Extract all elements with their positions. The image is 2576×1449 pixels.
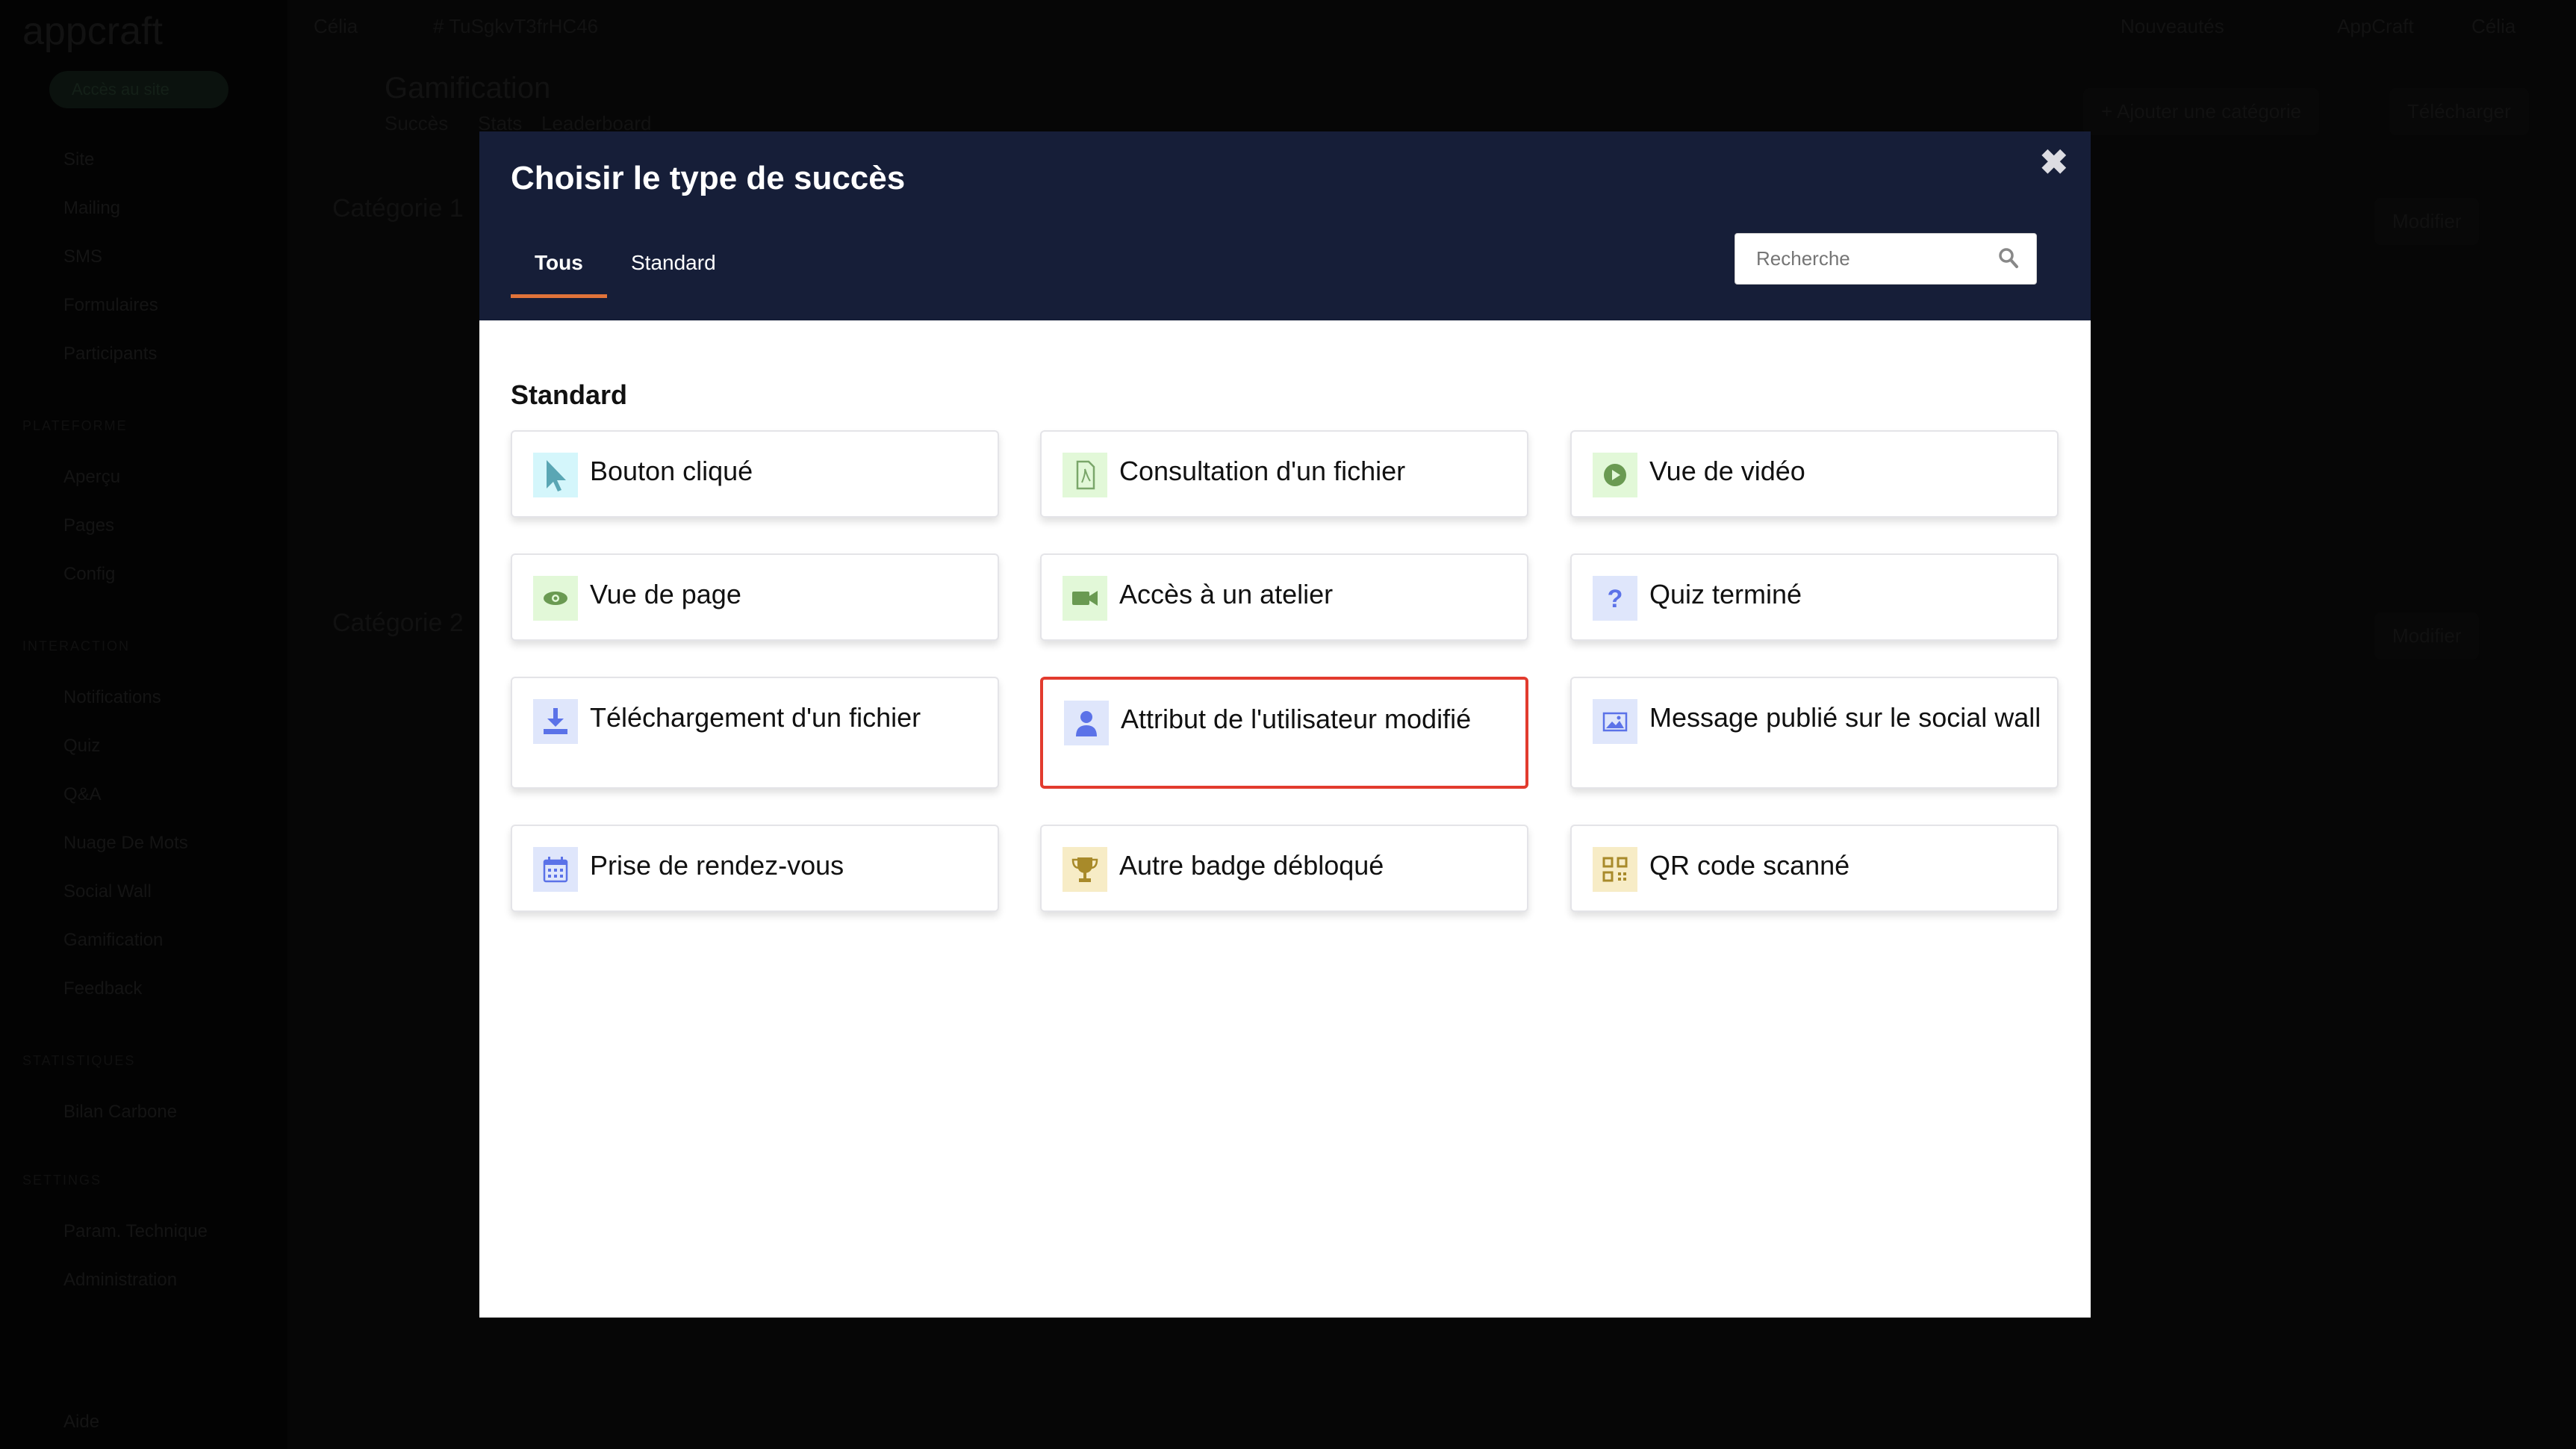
tab-succes[interactable]: Succès [385, 112, 448, 135]
download-icon [533, 699, 578, 744]
sidebar-item[interactable]: Notifications [63, 687, 161, 708]
download-button[interactable]: Télécharger [2389, 88, 2529, 135]
event-id: # TuSgkvT3frHC46 [433, 15, 599, 37]
section-title: Standard [511, 379, 628, 410]
sidebar-item[interactable]: Nuage De Mots [63, 833, 188, 854]
success-type-card[interactable]: Accès à un atelier [1040, 553, 1528, 641]
cursor-icon [533, 453, 578, 497]
question-icon: ? [1593, 576, 1637, 621]
sidebar: appcraft Accès au site Site Mailing SMS For… [0, 0, 287, 1449]
category-title: Catégorie 1 [332, 194, 464, 223]
search-icon[interactable] [1997, 246, 2020, 271]
sidebar-section-label: SETTINGS [22, 1173, 102, 1188]
modal-title: Choisir le type de succès [511, 160, 906, 196]
sidebar-item[interactable]: Site [63, 149, 94, 170]
success-type-card[interactable]: ? Quiz terminé [1570, 553, 2059, 641]
add-category-button[interactable]: + Ajouter une catégorie [2083, 88, 2320, 135]
user-icon [1064, 701, 1109, 745]
sidebar-section-label: PLATEFORME [22, 418, 128, 433]
search-box [1735, 233, 2037, 285]
trophy-icon [1063, 847, 1107, 892]
pdf-file-icon [1063, 453, 1107, 497]
access-site-button[interactable]: Accès au site [49, 71, 228, 108]
play-circle-icon [1593, 453, 1637, 497]
success-type-card[interactable]: Vue de vidéo [1570, 430, 2059, 518]
news-link[interactable]: Nouveautés [2121, 15, 2224, 38]
card-label-video-camera: Accès à un atelier [1119, 579, 1334, 609]
sidebar-item[interactable]: Param. Technique [63, 1221, 208, 1242]
video-camera-icon [1063, 576, 1107, 621]
success-type-modal: Choisir le type de succès ✖ Tous Standar… [479, 131, 2091, 1318]
card-label-user: Attribut de l'utilisateur modifié [1121, 704, 1472, 734]
sidebar-item[interactable]: Gamification [63, 930, 163, 951]
success-type-card[interactable]: Bouton cliqué [511, 430, 999, 518]
sidebar-item[interactable]: Administration [63, 1270, 177, 1291]
sidebar-section-label: STATISTIQUES [22, 1053, 136, 1068]
success-type-card[interactable]: Message publié sur le social wall [1570, 677, 2059, 789]
sidebar-item[interactable]: SMS [63, 246, 102, 267]
sidebar-item[interactable]: Participants [63, 344, 157, 364]
card-label-cursor: Bouton cliqué [590, 456, 753, 486]
edit-button[interactable]: Modifier [2374, 612, 2480, 660]
category-title: Catégorie 2 [332, 609, 464, 637]
tab-tous[interactable]: Tous [511, 251, 607, 298]
event-user[interactable]: Célia [314, 15, 358, 38]
search-input[interactable] [1735, 234, 1974, 284]
sidebar-item[interactable]: Config [63, 564, 115, 585]
sidebar-item[interactable]: Quiz [63, 736, 100, 757]
card-label-download: Téléchargement d'un fichier [590, 702, 921, 733]
success-type-card[interactable]: Téléchargement d'un fichier [511, 677, 999, 789]
success-type-card[interactable]: Consultation d'un fichier [1040, 430, 1528, 518]
sidebar-item[interactable]: Mailing [63, 198, 120, 219]
card-label-calendar: Prise de rendez-vous [590, 850, 844, 881]
card-label-qr-code: QR code scanné [1649, 850, 1850, 881]
card-label-pdf-file: Consultation d'un fichier [1119, 456, 1406, 486]
qr-code-icon [1593, 847, 1637, 892]
app-logo: appcraft [22, 10, 163, 53]
card-label-trophy: Autre badge débloqué [1119, 850, 1384, 881]
close-icon[interactable]: ✖ [2039, 142, 2068, 182]
sidebar-item[interactable]: Pages [63, 515, 114, 536]
sidebar-item[interactable]: Q&A [63, 784, 102, 805]
svg-text:?: ? [1608, 585, 1623, 613]
page-title: Gamification [385, 72, 551, 105]
edit-button[interactable]: Modifier [2374, 198, 2480, 245]
sidebar-item[interactable]: Social Wall [63, 881, 152, 902]
success-type-card[interactable]: QR code scanné [1570, 825, 2059, 912]
card-label-eye: Vue de page [590, 579, 741, 609]
card-label-image: Message publié sur le social wall [1649, 702, 2041, 733]
tab-standard[interactable]: Standard [631, 251, 716, 294]
success-type-card[interactable]: Attribut de l'utilisateur modifié [1040, 677, 1528, 789]
success-type-card[interactable]: Vue de page [511, 553, 999, 641]
success-type-card[interactable]: Prise de rendez-vous [511, 825, 999, 912]
sidebar-item[interactable]: Formulaires [63, 295, 158, 316]
sidebar-item[interactable]: Bilan Carbone [63, 1102, 177, 1123]
eye-icon [533, 576, 578, 621]
modal-header: Choisir le type de succès ✖ Tous Standar… [479, 131, 2091, 320]
org-link[interactable]: AppCraft [2337, 15, 2414, 38]
calendar-icon [533, 847, 578, 892]
account-menu[interactable]: Célia [2471, 15, 2516, 38]
success-type-card[interactable]: Autre badge débloqué [1040, 825, 1528, 912]
card-label-question: Quiz terminé [1649, 579, 1802, 609]
image-icon [1593, 699, 1637, 744]
card-label-play-circle: Vue de vidéo [1649, 456, 1805, 486]
sidebar-item[interactable]: Aide [63, 1412, 99, 1433]
sidebar-section-label: INTERACTION [22, 639, 131, 654]
sidebar-item[interactable]: Aperçu [63, 467, 120, 488]
sidebar-item[interactable]: Feedback [63, 978, 142, 999]
